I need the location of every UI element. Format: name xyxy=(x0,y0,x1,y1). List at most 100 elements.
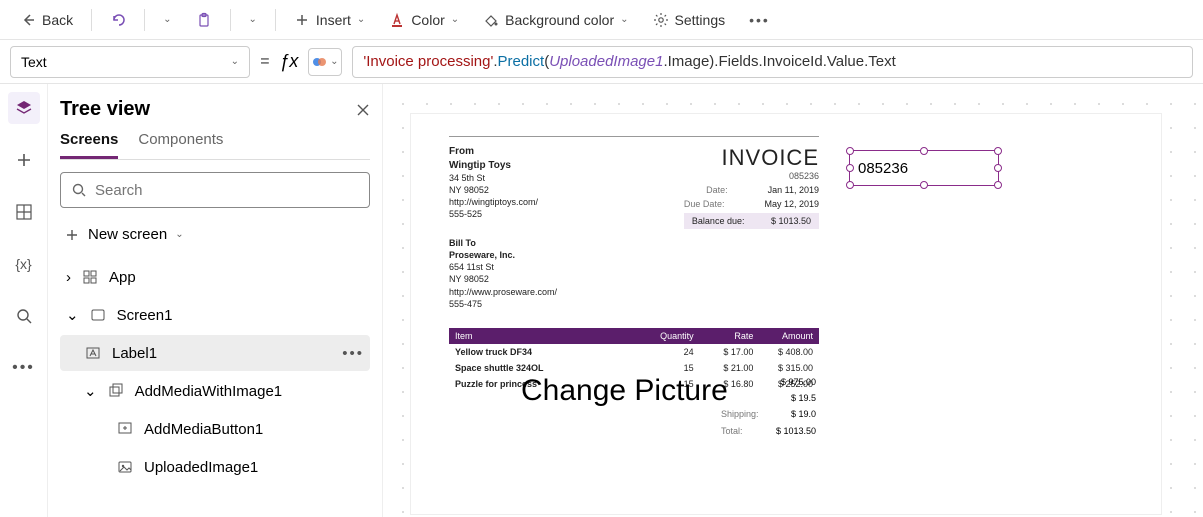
insert-button[interactable]: Insert ⌄ xyxy=(284,6,375,34)
overflow-button[interactable]: ••• xyxy=(739,6,780,34)
tab-components[interactable]: Components xyxy=(138,131,223,159)
tree-item-addmediabutton[interactable]: AddMediaButton1 xyxy=(60,411,370,447)
chevron-right-icon: › xyxy=(66,269,71,286)
formula-input[interactable]: 'Invoice processing'.Predict(UploadedIma… xyxy=(352,46,1193,78)
chevron-down-icon: ⌄ xyxy=(620,14,628,25)
rail-search-button[interactable] xyxy=(8,300,40,332)
tree-tabs: Screens Components xyxy=(60,131,370,160)
rail-data-button[interactable] xyxy=(8,196,40,228)
back-button[interactable]: Back xyxy=(10,6,83,34)
chevron-down-icon: ⌄ xyxy=(66,306,79,324)
from-label: From xyxy=(449,146,474,157)
search-icon xyxy=(71,182,87,198)
resize-handle[interactable] xyxy=(920,147,928,155)
rail-treeview-button[interactable] xyxy=(8,92,40,124)
color-button[interactable]: Color ⌄ xyxy=(379,6,469,34)
color-label: Color xyxy=(411,12,444,28)
resize-handle[interactable] xyxy=(994,164,1002,172)
media-button-icon xyxy=(116,420,134,438)
tree-item-app[interactable]: › App xyxy=(60,259,370,295)
formula-token-string: 'Invoice processing' xyxy=(363,53,493,70)
from-name: Wingtip Toys xyxy=(449,160,511,171)
image-icon xyxy=(116,458,134,476)
insert-label: Insert xyxy=(316,12,351,28)
formula-bar: Text ⌄ = ƒx ⌄ 'Invoice processing'.Predi… xyxy=(0,40,1203,84)
app-icon xyxy=(81,268,99,286)
tree-search[interactable] xyxy=(60,172,370,208)
fx-icon[interactable]: ƒx xyxy=(279,51,298,72)
settings-label: Settings xyxy=(675,12,726,28)
chevron-down-icon: ⌄ xyxy=(175,229,183,240)
chevron-down-icon: ⌄ xyxy=(163,14,171,25)
chevron-down-icon: ⌄ xyxy=(231,56,239,67)
resize-handle[interactable] xyxy=(846,164,854,172)
chevron-down-icon: ⌄ xyxy=(451,14,459,25)
plus-icon xyxy=(64,227,80,243)
resize-handle[interactable] xyxy=(846,147,854,155)
close-icon xyxy=(356,103,370,117)
item-more-button[interactable]: ••• xyxy=(342,345,364,362)
invoice-title: INVOICE xyxy=(684,145,819,171)
media-group-icon xyxy=(107,382,125,400)
search-icon xyxy=(15,307,33,325)
copilot-icon xyxy=(312,54,328,70)
artboard-screen1[interactable]: From Wingtip Toys 34 5th St NY 98052 htt… xyxy=(411,114,1161,514)
property-value: Text xyxy=(21,54,47,70)
rail-insert-button[interactable] xyxy=(8,144,40,176)
label1-control[interactable]: 085236 xyxy=(849,150,999,186)
gear-icon xyxy=(653,12,669,28)
resize-handle[interactable] xyxy=(994,181,1002,189)
search-input[interactable] xyxy=(95,182,359,199)
chevron-down-icon: ⌄ xyxy=(249,14,257,25)
tree-item-screen1[interactable]: ⌄ Screen1 xyxy=(60,297,370,333)
text-color-icon xyxy=(389,12,405,28)
copilot-button[interactable]: ⌄ xyxy=(308,48,342,76)
undo-split-button[interactable]: ⌄ xyxy=(153,8,181,31)
tree-item-uploadedimage[interactable]: UploadedImage1 xyxy=(60,449,370,485)
app-toolbar: Back ⌄ ⌄ Insert ⌄ Color ⌄ Background col… xyxy=(0,0,1203,40)
clipboard-icon xyxy=(196,12,212,28)
plus-icon xyxy=(15,151,33,169)
close-button[interactable] xyxy=(356,103,370,117)
left-rail: {x} ••• xyxy=(0,84,48,517)
tree-list: › App ⌄ Screen1 Label1 ••• ⌄ AddMediaWit… xyxy=(60,259,370,485)
grid-icon xyxy=(15,203,33,221)
formula-token-function: Predict xyxy=(498,53,545,70)
resize-handle[interactable] xyxy=(846,181,854,189)
invoice-number: 085236 xyxy=(684,171,819,181)
label-icon xyxy=(84,344,102,362)
screen-icon xyxy=(89,306,107,324)
paste-button[interactable] xyxy=(186,6,222,34)
resize-handle[interactable] xyxy=(994,147,1002,155)
tab-screens[interactable]: Screens xyxy=(60,131,118,159)
label1-text: 085236 xyxy=(858,160,908,177)
bgcolor-button[interactable]: Background color ⌄ xyxy=(473,6,638,34)
change-picture-text[interactable]: Change Picture xyxy=(521,374,728,408)
arrow-left-icon xyxy=(20,12,36,28)
invoice-totals: $ 975.00 $ 19.5 Shipping:$ 19.0 Total:$ … xyxy=(721,374,816,439)
table-row: Yellow truck DF3424$ 17.00$ 408.00 xyxy=(449,344,819,360)
rail-more-button[interactable]: ••• xyxy=(8,352,40,384)
new-screen-button[interactable]: New screen ⌄ xyxy=(60,218,370,251)
tree-item-label: AddMediaButton1 xyxy=(144,421,263,438)
undo-button[interactable] xyxy=(100,6,136,34)
property-selector[interactable]: Text ⌄ xyxy=(10,46,250,78)
formula-token-variable: UploadedImage1 xyxy=(549,53,663,70)
uploaded-image-content[interactable]: From Wingtip Toys 34 5th St NY 98052 htt… xyxy=(449,136,819,392)
tree-item-label: UploadedImage1 xyxy=(144,459,258,476)
canvas[interactable]: From Wingtip Toys 34 5th St NY 98052 htt… xyxy=(383,84,1203,517)
chevron-down-icon: ⌄ xyxy=(84,382,97,400)
tree-item-label1[interactable]: Label1 ••• xyxy=(60,335,370,371)
resize-handle[interactable] xyxy=(920,181,928,189)
tree-item-label: AddMediaWithImage1 xyxy=(135,383,283,400)
paste-split-button[interactable]: ⌄ xyxy=(239,8,267,31)
chevron-down-icon: ⌄ xyxy=(357,14,365,25)
tree-item-addmedia[interactable]: ⌄ AddMediaWithImage1 xyxy=(60,373,370,409)
rail-variables-button[interactable]: {x} xyxy=(8,248,40,280)
back-label: Back xyxy=(42,12,73,28)
undo-icon xyxy=(110,12,126,28)
layers-icon xyxy=(15,99,33,117)
billto-label: Bill To xyxy=(449,238,476,248)
equals-sign: = xyxy=(260,53,269,71)
settings-button[interactable]: Settings xyxy=(643,6,736,34)
